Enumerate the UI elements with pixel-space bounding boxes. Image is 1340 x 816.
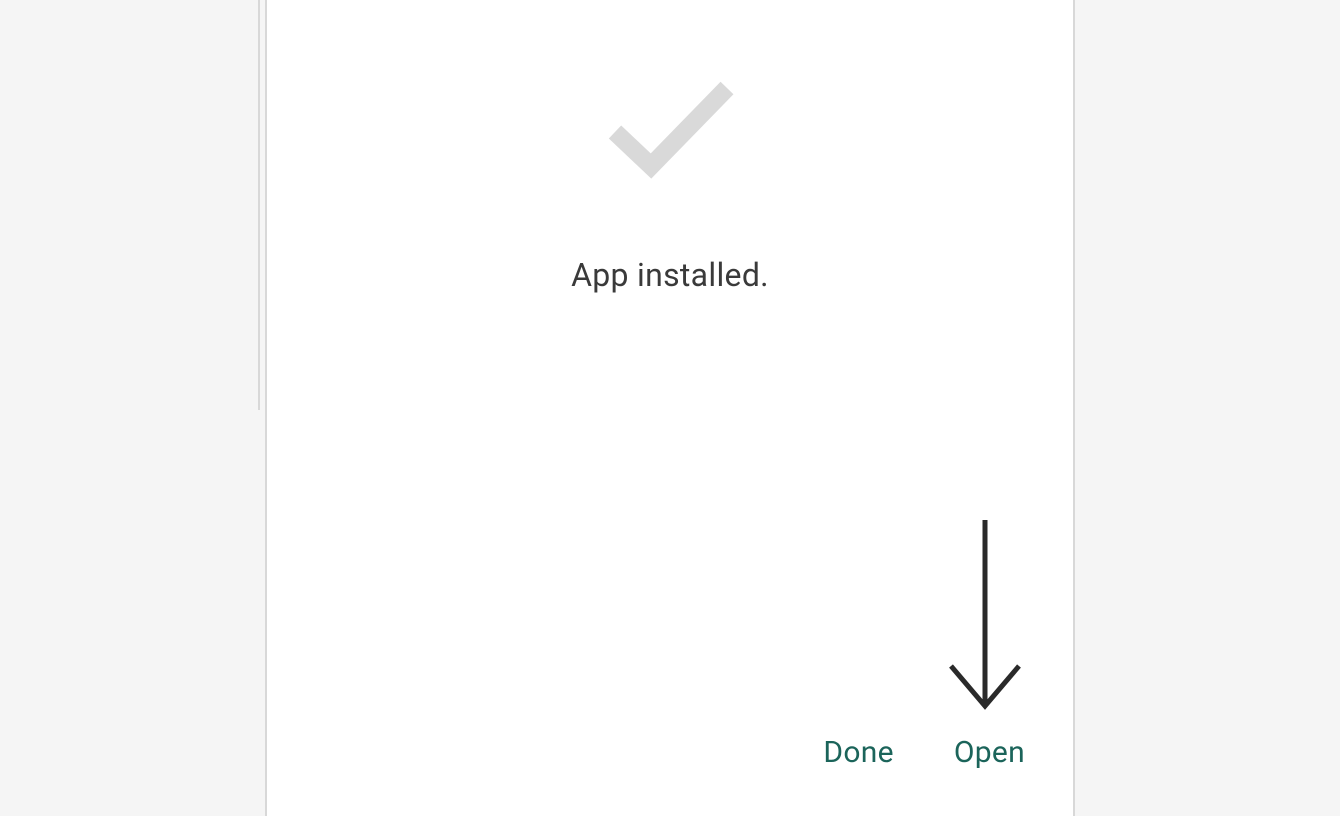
- outer-border-left: [258, 0, 260, 410]
- status-message: App installed.: [571, 256, 769, 294]
- done-button[interactable]: Done: [823, 731, 893, 774]
- arrow-down-icon: [945, 520, 1025, 716]
- install-confirmation-dialog: App installed. Done Open: [265, 0, 1075, 816]
- checkmark-icon: [603, 74, 739, 184]
- open-button[interactable]: Open: [954, 731, 1025, 774]
- dialog-button-bar: Done Open: [267, 731, 1073, 816]
